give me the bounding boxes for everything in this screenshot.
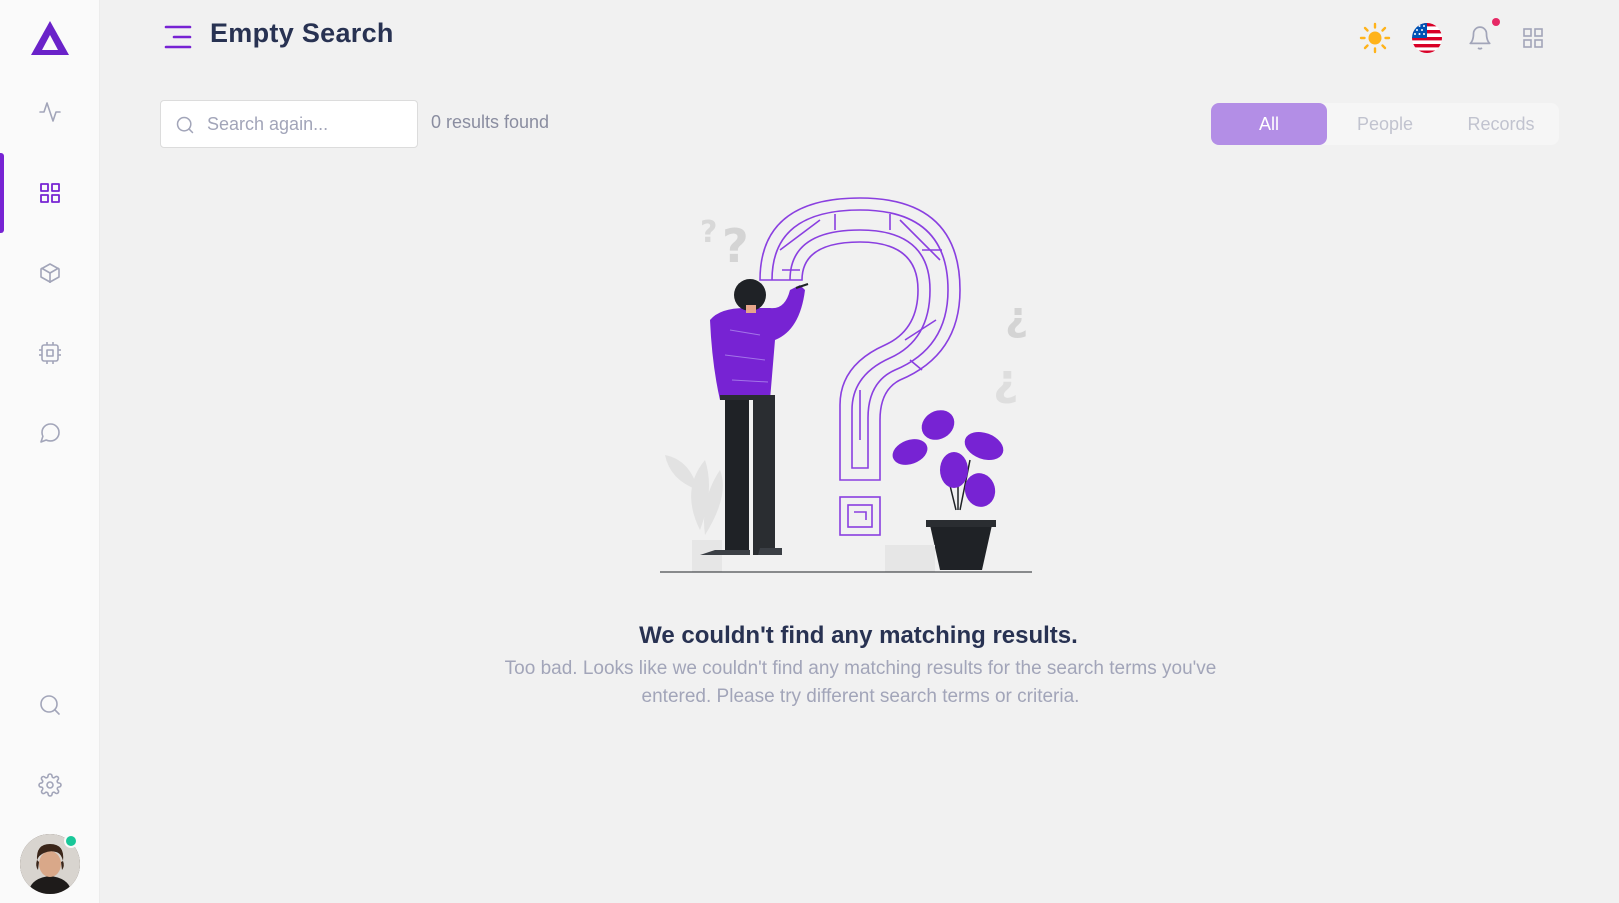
online-status-dot [64,834,78,848]
sidebar-item-messages[interactable] [0,393,100,473]
search-icon [176,116,194,134]
page-title: Empty Search [210,18,394,48]
tab-all[interactable]: All [1211,103,1327,145]
apps-grid-icon [1523,28,1543,48]
bell-icon [1469,26,1491,50]
sidebar-item-activity[interactable] [0,72,100,152]
search-input[interactable] [207,101,412,147]
activity-icon [39,102,61,122]
message-circle-icon [40,423,60,443]
grid-icon [40,183,60,203]
settings-icon [38,773,62,797]
search-icon [40,695,60,715]
search-field[interactable] [160,100,418,148]
svg-text:¿: ¿ [1005,294,1028,340]
sidebar-search-button[interactable] [0,665,100,745]
sidebar-item-dashboard[interactable] [0,153,100,233]
apps-menu-button[interactable] [1515,20,1551,56]
sidebar [0,0,100,903]
empty-state-title: We couldn't find any matching results. [639,622,1078,649]
tab-people[interactable]: People [1327,103,1443,145]
box-icon [40,263,60,283]
notifications-button[interactable] [1462,20,1498,56]
sidebar-item-elements[interactable] [0,313,100,393]
svg-text:¿: ¿ [993,355,1019,406]
menu-toggle-icon[interactable] [164,24,192,50]
theme-toggle-button[interactable] [1357,20,1393,56]
sun-icon [1359,22,1391,54]
cpu-icon [39,342,61,364]
svg-text:?: ? [722,219,749,273]
notification-badge [1492,18,1500,26]
empty-search-illustration: ? ? ¿ ¿ [660,197,1032,573]
us-flag-icon [1412,23,1442,53]
sidebar-settings-button[interactable] [0,745,100,825]
logo-icon[interactable] [28,18,72,58]
tab-records[interactable]: Records [1443,103,1559,145]
filter-tabs: All People Records [1211,103,1559,145]
svg-text:?: ? [700,215,717,250]
results-count: 0 results found [431,112,550,132]
language-selector[interactable] [1409,20,1445,56]
sidebar-item-components[interactable] [0,233,100,313]
empty-state-description: Too bad. Looks like we couldn't find any… [504,658,1217,707]
